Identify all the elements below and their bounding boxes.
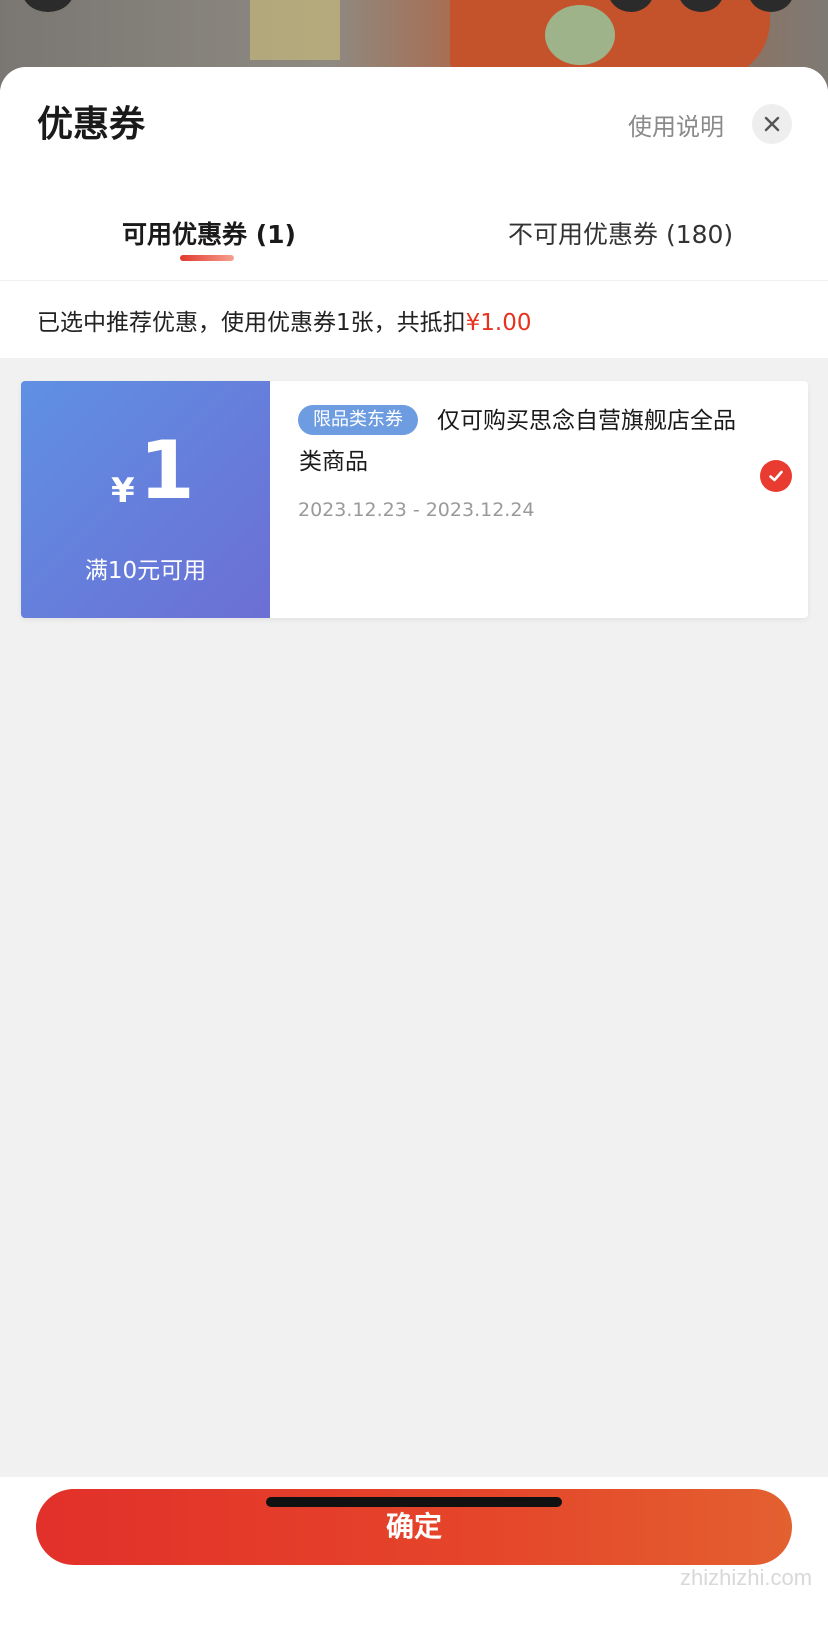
close-button[interactable] <box>752 104 792 144</box>
backdrop-shape <box>250 0 340 60</box>
tab-unavailable-coupons[interactable]: 不可用优惠券 (180) <box>508 215 733 251</box>
usage-instructions-link[interactable]: 使用说明 <box>628 107 724 142</box>
watermark: zhizhizhi.com <box>680 1565 813 1590</box>
coupon-amount: 1 <box>139 424 195 517</box>
notice-message: 已选中推荐优惠，使用优惠券1张，共抵扣 <box>37 310 466 336</box>
sheet-title: 优惠券 <box>37 104 146 145</box>
home-indicator[interactable] <box>266 1497 562 1507</box>
close-icon <box>764 116 780 132</box>
coupon-card[interactable]: ¥ 1 满10元可用 限品类东券 仅可购买思念自营旗舰店全品类商品 2023.1… <box>21 381 808 618</box>
notice-amount: ¥1.00 <box>465 310 532 336</box>
backdrop-shape <box>545 5 615 65</box>
selection-notice: 已选中推荐优惠，使用优惠券1张，共抵扣¥1.00 <box>0 281 828 358</box>
coupon-value-panel: ¥ 1 满10元可用 <box>21 381 270 618</box>
coupon-validity-dates: 2023.12.23 - 2023.12.24 <box>298 499 535 521</box>
notice-text: 已选中推荐优惠，使用优惠券1张，共抵扣¥1.00 <box>37 303 532 337</box>
backdrop-back-button <box>22 0 74 12</box>
coupon-currency: ¥ <box>111 471 135 511</box>
coupon-condition: 满10元可用 <box>84 558 207 584</box>
active-tab-indicator <box>180 255 234 261</box>
coupon-description: 仅可购买思念自营旗舰店全品类商品 <box>299 408 736 475</box>
coupon-sheet: 优惠券 使用说明 可用优惠券 (1) 不可用优惠券 (180) 已选中推荐优惠，… <box>0 67 828 1645</box>
checkmark-icon <box>769 470 783 482</box>
tab-available-coupons[interactable]: 可用优惠券 (1) <box>122 215 296 251</box>
check-circle-icon[interactable] <box>760 460 792 492</box>
sheet-header: 优惠券 使用说明 可用优惠券 (1) 不可用优惠券 (180) <box>0 67 828 280</box>
